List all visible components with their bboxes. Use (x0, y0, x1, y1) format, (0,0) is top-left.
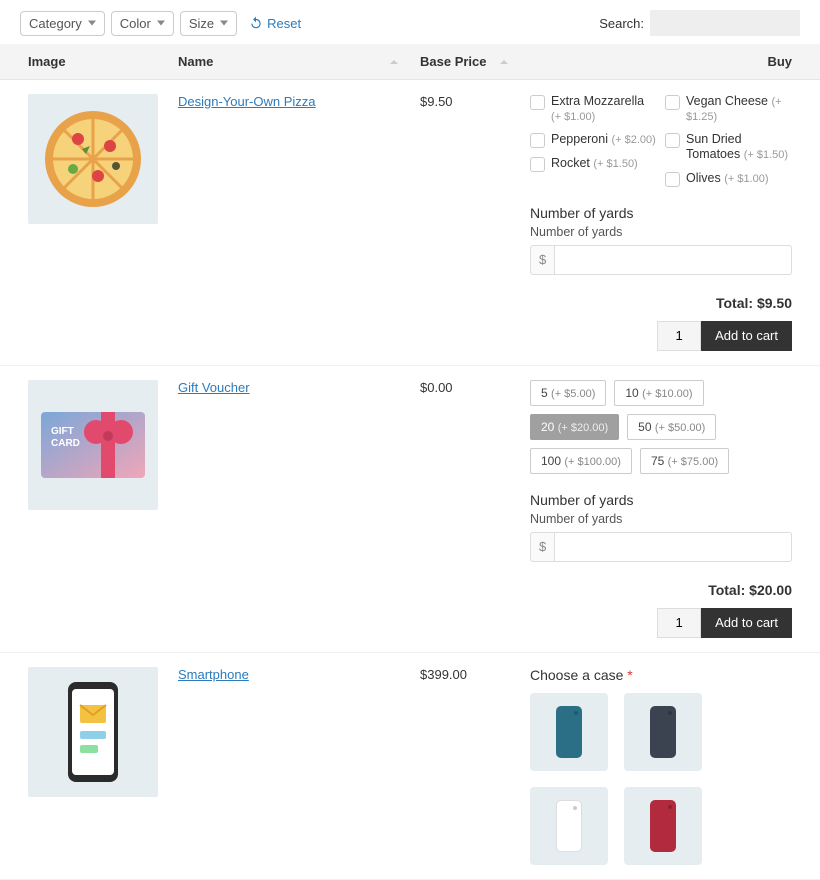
smartphone-icon (58, 677, 128, 787)
yards-title: Number of yards (530, 492, 792, 508)
color-dropdown[interactable]: Color (111, 11, 174, 36)
topping-option[interactable]: Sun Dried Tomatoes (+ $1.50) (665, 132, 792, 162)
product-link-voucher[interactable]: Gift Voucher (178, 380, 250, 395)
svg-text:GIFT: GIFT (51, 426, 74, 437)
product-image-voucher: GIFT CARD (28, 380, 158, 510)
currency-prefix: $ (530, 245, 554, 275)
price-pizza: $9.50 (410, 80, 520, 366)
category-dropdown[interactable]: Category (20, 11, 105, 36)
case-option[interactable] (624, 787, 702, 865)
col-image: Image (0, 44, 168, 80)
yards-input[interactable] (554, 245, 792, 275)
search-wrap: Search: (599, 10, 800, 36)
total-row: Total: $9.50 (530, 295, 792, 311)
product-image-smartphone (28, 667, 158, 797)
case-option[interactable] (624, 693, 702, 771)
filter-bar: Category Color Size Reset Search: (0, 0, 820, 44)
reset-icon (249, 16, 263, 30)
voucher-option[interactable]: 5 (+ $5.00) (530, 380, 606, 406)
case-label: Choose a case * (530, 667, 792, 683)
search-input[interactable] (650, 10, 800, 36)
products-table: Image Name Base Price Buy (0, 44, 820, 880)
case-option[interactable] (530, 787, 608, 865)
product-image-pizza (28, 94, 158, 224)
total-row: Total: $20.00 (530, 582, 792, 598)
topping-option[interactable]: Pepperoni (+ $2.00) (530, 132, 657, 148)
topping-option[interactable]: Olives (+ $1.00) (665, 171, 792, 187)
quantity-input[interactable] (657, 321, 701, 351)
search-label: Search: (599, 16, 644, 31)
price-voucher: $0.00 (410, 365, 520, 652)
col-base-price[interactable]: Base Price (410, 44, 520, 80)
voucher-option-selected[interactable]: 20 (+ $20.00) (530, 414, 619, 440)
table-row: Design-Your-Own Pizza $9.50 Extra Mozzar… (0, 80, 820, 366)
yards-input[interactable] (554, 532, 792, 562)
col-buy: Buy (520, 44, 820, 80)
product-link-pizza[interactable]: Design-Your-Own Pizza (178, 94, 316, 109)
add-to-cart-button[interactable]: Add to cart (701, 608, 792, 638)
add-to-cart-button[interactable]: Add to cart (701, 321, 792, 351)
reset-label: Reset (267, 16, 301, 31)
yards-title: Number of yards (530, 205, 792, 221)
case-option[interactable] (530, 693, 608, 771)
price-smartphone: $399.00 (410, 652, 520, 879)
yards-sub: Number of yards (530, 512, 792, 526)
size-dropdown[interactable]: Size (180, 11, 237, 36)
quantity-input[interactable] (657, 608, 701, 638)
voucher-option[interactable]: 75 (+ $75.00) (640, 448, 729, 474)
voucher-option[interactable]: 10 (+ $10.00) (614, 380, 703, 406)
table-row: Smartphone $399.00 Choose a case * (0, 652, 820, 879)
voucher-option[interactable]: 100 (+ $100.00) (530, 448, 632, 474)
table-row: GIFT CARD Gift Voucher $0.00 5 (+ $5.00)… (0, 365, 820, 652)
pizza-icon (38, 104, 148, 214)
yards-sub: Number of yards (530, 225, 792, 239)
topping-option[interactable]: Extra Mozzarella (+ $1.00) (530, 94, 657, 124)
currency-prefix: $ (530, 532, 554, 562)
reset-button[interactable]: Reset (249, 16, 301, 31)
col-name[interactable]: Name (168, 44, 410, 80)
voucher-option[interactable]: 50 (+ $50.00) (627, 414, 716, 440)
giftcard-icon: GIFT CARD (41, 412, 145, 478)
topping-option[interactable]: Vegan Cheese (+ $1.25) (665, 94, 792, 124)
topping-option[interactable]: Rocket (+ $1.50) (530, 156, 657, 172)
product-link-smartphone[interactable]: Smartphone (178, 667, 249, 682)
svg-text:CARD: CARD (51, 438, 80, 449)
